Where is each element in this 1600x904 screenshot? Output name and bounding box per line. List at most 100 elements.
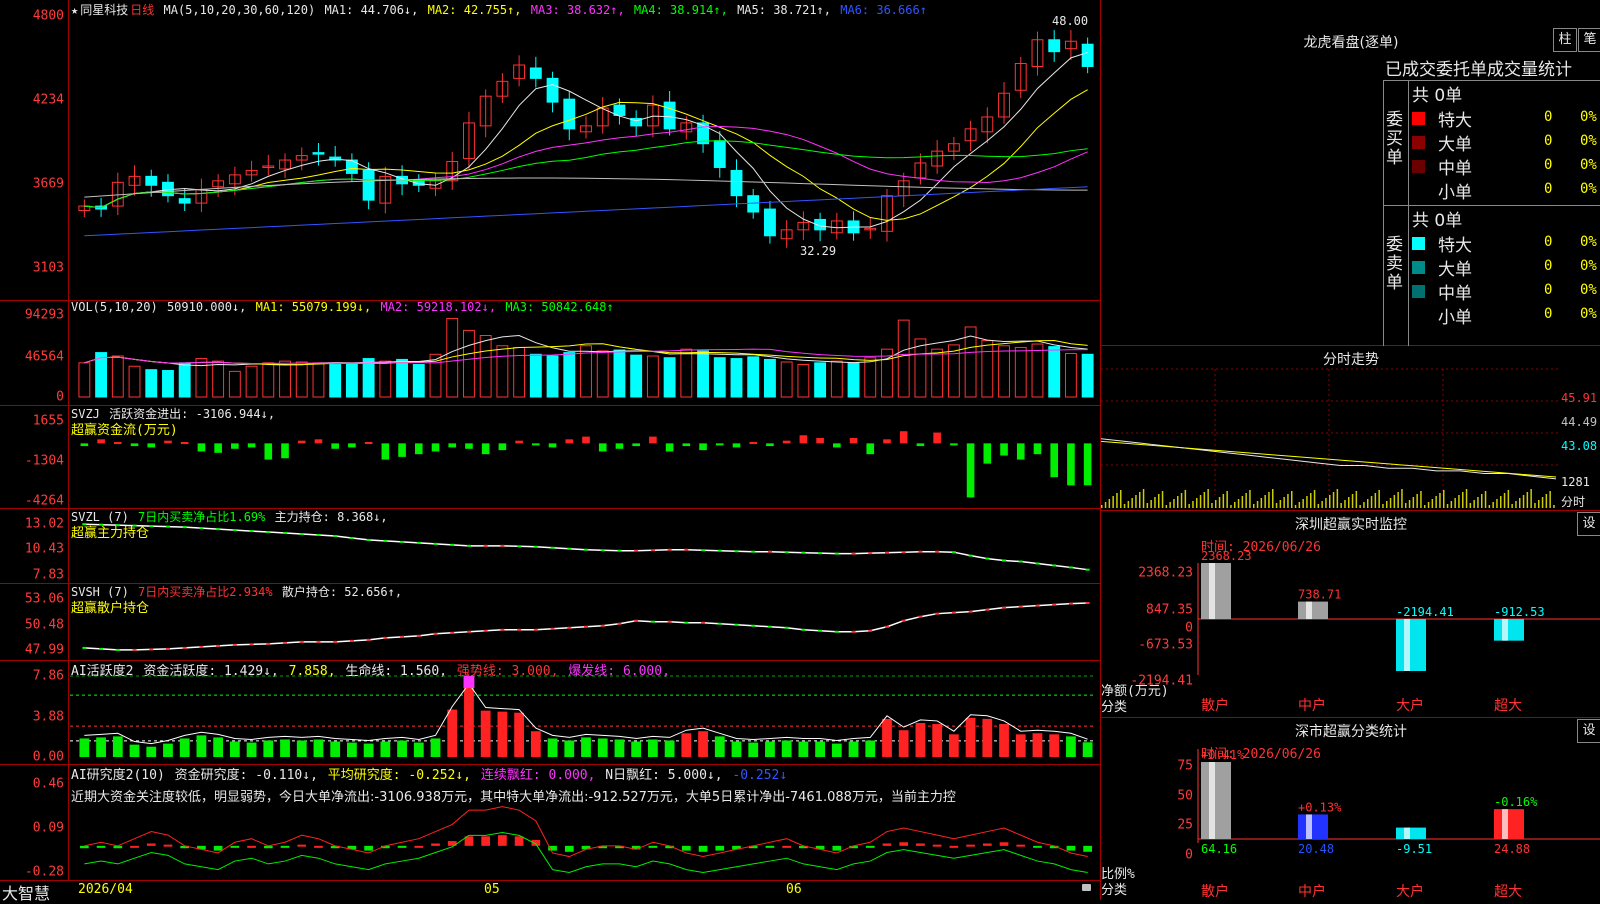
ai-research-bar	[932, 844, 942, 847]
bar-group	[1201, 762, 1231, 839]
buy-row-count: 0	[1544, 109, 1553, 125]
volume-bar	[111, 355, 124, 398]
lock-icon[interactable]	[1082, 884, 1091, 891]
intraday-vol-bar	[1545, 494, 1548, 508]
class-chart[interactable]: 64.16 20.48 -9.51 24.88 +0.41% +0.13% -0.16% 散户…	[1101, 717, 1600, 900]
svzj-panel[interactable]: 1655 -1304 -4264 SVZJ 活跃资金进出: -3106.944↓…	[0, 405, 1100, 509]
intraday-vol-bar	[1367, 499, 1369, 508]
svzj-bar	[331, 443, 339, 449]
buy-row-name: 中单	[1438, 159, 1472, 179]
candle-body	[713, 140, 726, 168]
intraday-vol-bar	[1294, 505, 1297, 508]
sell-row-pct: 0%	[1580, 282, 1597, 298]
sell-row: 大单 0 0%	[1412, 255, 1600, 280]
kline-chart-area[interactable]: 4800 4234 3669 3103 ★ 同星科技 日线 MA(5,10,20,3…	[0, 0, 1100, 903]
svzl-dot	[818, 552, 823, 555]
volume-bar	[814, 362, 827, 398]
intraday-vol-bar	[1310, 493, 1312, 508]
tick-mode-button[interactable]: 笔	[1578, 28, 1600, 52]
intraday-panel[interactable]: 分时走势 45.91 44.49 43.08 1281 分时	[1100, 345, 1600, 511]
intraday-chart[interactable]	[1101, 345, 1561, 510]
svzj-bar	[197, 443, 206, 452]
sell-row-count: 0	[1544, 234, 1553, 250]
sell-row-pct: 0%	[1580, 234, 1597, 250]
sell-row-name: 小单	[1438, 308, 1472, 328]
intraday-vol-bar	[1454, 498, 1456, 508]
intraday-vol-bar	[1317, 504, 1320, 508]
volume-bar	[362, 358, 375, 398]
sz-class-panel[interactable]: 深市超赢分类统计 设 时间: 2026/06/26 75 50 25 0 比例%…	[1100, 717, 1600, 900]
svsh-dot	[533, 628, 538, 631]
svzj-bar	[899, 431, 908, 444]
candle-body	[663, 101, 676, 130]
svzl-dot	[751, 550, 756, 553]
volume-bar	[396, 358, 408, 398]
time-axis: 大智慧 2026/04 05 06	[0, 880, 1100, 903]
ai-research-bar	[865, 845, 875, 848]
intraday-vol-bar	[1458, 495, 1460, 508]
intraday-vol-bar	[1450, 501, 1453, 508]
intraday-vol-bar	[1439, 493, 1441, 508]
sell-swatch	[1412, 285, 1425, 298]
ai-active-bar	[280, 739, 290, 757]
svzl-dot	[483, 544, 488, 547]
svzl-chart[interactable]	[0, 508, 1100, 583]
svzj-chart[interactable]	[0, 405, 1100, 508]
ai-research-bar	[564, 845, 574, 852]
ai-peak-marker	[463, 676, 475, 688]
ai-active-bar	[1082, 742, 1093, 757]
intraday-vol-bar	[1408, 500, 1411, 508]
ai-active-bar	[748, 742, 759, 757]
svsh-dot	[366, 638, 371, 641]
ai-active-panel[interactable]: 7.86 3.88 0.00 AI活跃度2 资金活跃度: 1.429↓, 7.8…	[0, 660, 1100, 765]
svzl-dot	[115, 524, 120, 527]
svzj-bar	[598, 443, 607, 452]
svzj-bar	[582, 436, 590, 444]
ai-research-panel[interactable]: 0.46 0.09 -0.28 AI研究度2(10) 资金研究度: -0.110…	[0, 764, 1100, 881]
ai-research-bar	[213, 845, 223, 851]
svsh-chart[interactable]	[0, 583, 1100, 660]
volume-panel[interactable]: 94293 46564 0 VOL(5,10,20) 50910.000↓, M…	[0, 300, 1100, 406]
svzl-dot	[717, 549, 722, 552]
svzl-dot	[216, 528, 221, 531]
intraday-vol-bar	[1507, 490, 1510, 508]
ai-active-chart[interactable]	[0, 660, 1100, 764]
intraday-vol-bar	[1386, 501, 1388, 508]
ai-research-bar	[832, 845, 842, 851]
svzj-bar	[113, 442, 122, 445]
volume-bar	[379, 360, 392, 398]
svzj-bar	[548, 443, 557, 448]
svzl-dot	[533, 545, 538, 548]
volume-bar	[1014, 346, 1027, 398]
volume-bar	[212, 360, 225, 398]
svzl-dot	[784, 551, 789, 554]
svzl-dot	[550, 546, 555, 549]
volume-chart[interactable]	[0, 300, 1100, 405]
ai-research-bar	[96, 845, 106, 848]
intraday-vol-bar	[1139, 492, 1141, 508]
svsh-panel[interactable]: 53.06 50.48 47.99 SVSH (7) 7日内买卖净占比2.934…	[0, 583, 1100, 661]
price-panel[interactable]: 4800 4234 3669 3103 ★ 同星科技 日线 MA(5,10,20,3…	[0, 0, 1100, 301]
monitor-chart[interactable]: 2368.23 738.71 -2194.41 -912.53 散户 中户 大户 超大	[1101, 510, 1600, 717]
bar-highlight	[1209, 563, 1215, 620]
svzj-bar	[247, 443, 256, 448]
intraday-vol-bar	[1146, 503, 1149, 508]
sz-monitor-panel[interactable]: 深圳超赢实时监控 设 时间: 2026/06/26 2368.23 847.35…	[1100, 510, 1600, 718]
svzl-dot	[249, 530, 254, 533]
bar-mode-button[interactable]: 柱	[1553, 28, 1577, 52]
intraday-vol-bar	[1302, 499, 1304, 508]
ai-active-bar	[413, 742, 424, 757]
svzl-dot	[349, 536, 354, 539]
volume-bar	[529, 353, 542, 398]
candle-body	[529, 67, 542, 79]
volume-bar	[764, 358, 776, 398]
ai-research-chart[interactable]	[0, 764, 1100, 880]
ai-active-bar	[313, 739, 324, 757]
candlestick-chart[interactable]	[0, 0, 1100, 300]
svzl-panel[interactable]: 13.02 10.43 7.83 SVZL (7) 7日内买卖净占比1.69% …	[0, 508, 1100, 584]
svzj-bar	[565, 439, 574, 444]
svzj-bar	[966, 443, 975, 498]
intraday-vol-bar	[1234, 502, 1236, 508]
intraday-vol-bar	[1264, 495, 1266, 508]
svzj-bar	[231, 443, 239, 449]
